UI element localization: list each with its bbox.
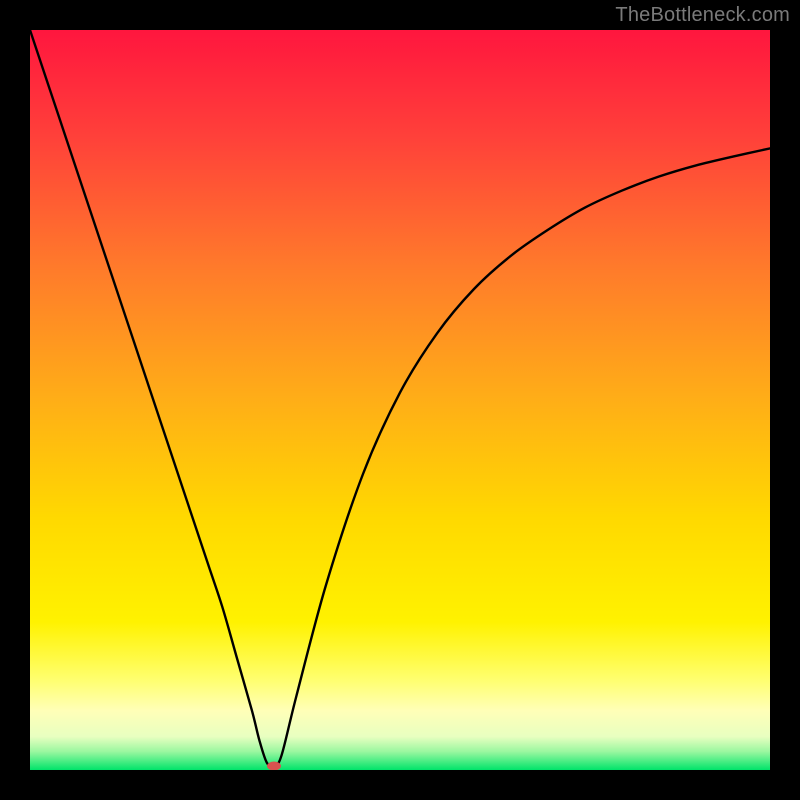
watermark-text: TheBottleneck.com <box>615 4 790 27</box>
plot-area <box>30 30 770 770</box>
chart-container: TheBottleneck.com <box>0 0 800 800</box>
bottleneck-curve <box>30 30 770 770</box>
optimum-marker-dot <box>267 762 281 770</box>
